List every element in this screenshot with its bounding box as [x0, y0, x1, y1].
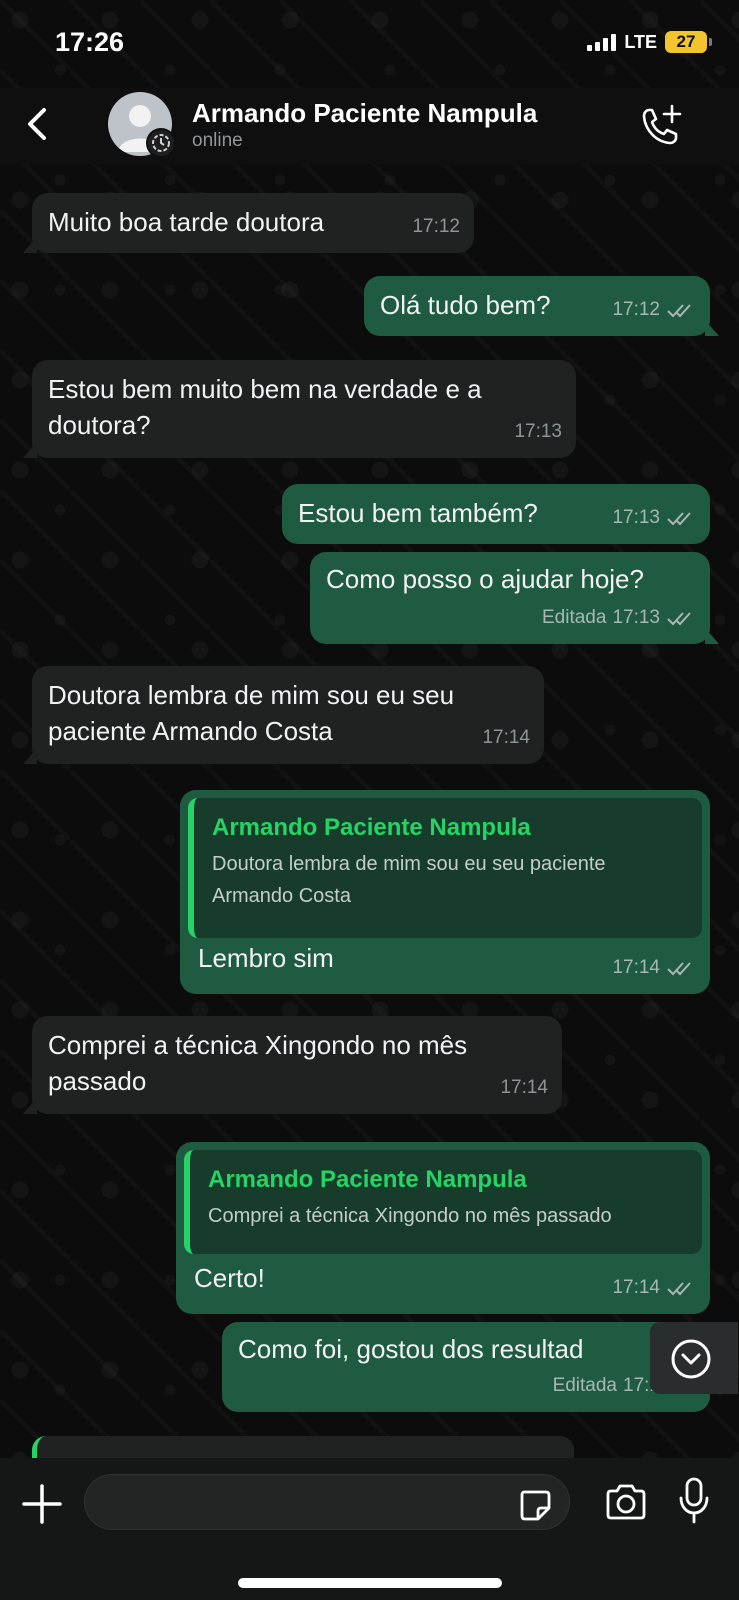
message-meta: 17:12 [412, 209, 460, 245]
message-bubble-incoming[interactable]: Muito boa tarde doutora 17:12 [23, 193, 474, 253]
microphone-icon [679, 1477, 709, 1524]
chevron-down-circle-icon [671, 1339, 711, 1379]
quoted-message[interactable]: Armando Paciente Nampula Doutora lembra … [188, 798, 702, 938]
message-text: Certo! [194, 1263, 265, 1293]
status-time: 17:26 [55, 27, 125, 57]
message-text: Comprei a técnica Xingondo no mês passad… [48, 1030, 468, 1096]
chevron-left-icon [28, 108, 46, 140]
battery-icon: 27 [665, 31, 712, 53]
message-bubble-incoming[interactable]: Doutora lembra de mim sou eu seu pacient… [23, 666, 544, 764]
status-bar: 17:26 LTE 27 [0, 0, 739, 88]
chat-header: Armando Paciente Nampula online [0, 88, 739, 164]
quote-text: Comprei a técnica Xingondo no mês passad… [208, 1205, 612, 1227]
message-meta: 17:14 [482, 720, 530, 756]
plus-icon [22, 1484, 62, 1524]
microphone-button[interactable] [676, 1476, 712, 1528]
message-time: 17:13 [514, 421, 562, 442]
status-ring-icon [146, 128, 176, 158]
quoted-message[interactable]: Armando Paciente Nampula Comprei a técni… [184, 1150, 702, 1254]
message-text: Lembro sim [198, 943, 334, 973]
contact-name[interactable]: Armando Paciente Nampula [192, 98, 537, 129]
partial-message-bubble[interactable] [32, 1436, 574, 1460]
message-time: 17:12 [412, 216, 460, 237]
scroll-to-bottom-button[interactable] [650, 1322, 738, 1394]
message-time: 17:14 [612, 957, 660, 978]
battery-level: 27 [676, 32, 696, 51]
message-bubble-outgoing[interactable]: Estou bem também? 17:13 [282, 484, 710, 544]
message-bubble-outgoing[interactable]: Armando Paciente Nampula Doutora lembra … [180, 790, 710, 994]
add-call-icon [642, 104, 682, 145]
message-input-bar [0, 1458, 739, 1600]
contact-status: online [192, 130, 243, 151]
quote-text: Doutora lembra de mim sou eu seu pacient… [212, 853, 606, 907]
network-label: LTE [624, 31, 657, 52]
message-meta: 17:13 [514, 414, 562, 450]
message-text: Doutora lembra de mim sou eu seu pacient… [48, 680, 455, 746]
message-meta: 17:14 [612, 1270, 696, 1306]
double-check-icon [667, 304, 691, 318]
signal-icon [587, 33, 617, 51]
back-button[interactable] [16, 100, 58, 148]
message-text: Como foi, gostou dos resultad [238, 1334, 584, 1364]
attach-button[interactable] [20, 1482, 64, 1526]
double-check-icon [667, 612, 691, 626]
edited-label: Editada [542, 607, 607, 628]
message-bubble-outgoing[interactable]: Como posso o ajudar hoje? Editada 17:13 [310, 552, 719, 644]
sticker-button[interactable] [518, 1488, 552, 1522]
message-time: 17:14 [612, 1277, 660, 1298]
double-check-icon [667, 512, 691, 526]
message-bubble-outgoing[interactable]: Como foi, gostou dos resultad Editada 17… [222, 1322, 710, 1412]
camera-icon [606, 1484, 646, 1520]
message-text: Como posso o ajudar hoje? [326, 564, 644, 594]
home-indicator[interactable] [238, 1578, 502, 1588]
double-check-icon [667, 1282, 691, 1296]
message-time: 17:13 [612, 507, 660, 528]
add-call-button[interactable] [636, 102, 686, 148]
message-bubble-incoming[interactable]: Estou bem muito bem na verdade e a douto… [23, 360, 576, 458]
message-bubble-outgoing[interactable]: Olá tudo bem? 17:12 [364, 276, 719, 336]
message-text: Muito boa tarde doutora [48, 207, 325, 237]
message-input[interactable] [84, 1474, 570, 1530]
quote-author: Armando Paciente Nampula [208, 1166, 527, 1193]
message-time: 17:12 [612, 299, 660, 320]
quote-author: Armando Paciente Nampula [212, 814, 531, 841]
message-bubble-outgoing[interactable]: Armando Paciente Nampula Comprei a técni… [176, 1142, 710, 1314]
camera-button[interactable] [604, 1482, 648, 1522]
status-indicators: LTE 27 [587, 31, 712, 53]
message-meta: 17:13 [612, 500, 696, 536]
message-text: Estou bem muito bem na verdade e a douto… [48, 374, 482, 440]
message-meta: 17:14 [500, 1070, 548, 1106]
message-meta: Editada 17:13 [542, 600, 696, 636]
message-meta: 17:14 [612, 950, 696, 986]
sticker-icon [520, 1490, 551, 1521]
message-time: 17:14 [500, 1077, 548, 1098]
edited-label: Editada [552, 1375, 618, 1396]
message-bubble-incoming[interactable]: Comprei a técnica Xingondo no mês passad… [23, 1016, 562, 1114]
message-time: 17:14 [482, 727, 530, 748]
message-meta: 17:12 [612, 292, 696, 328]
double-check-icon [667, 962, 691, 976]
message-time: 17:13 [612, 607, 660, 628]
